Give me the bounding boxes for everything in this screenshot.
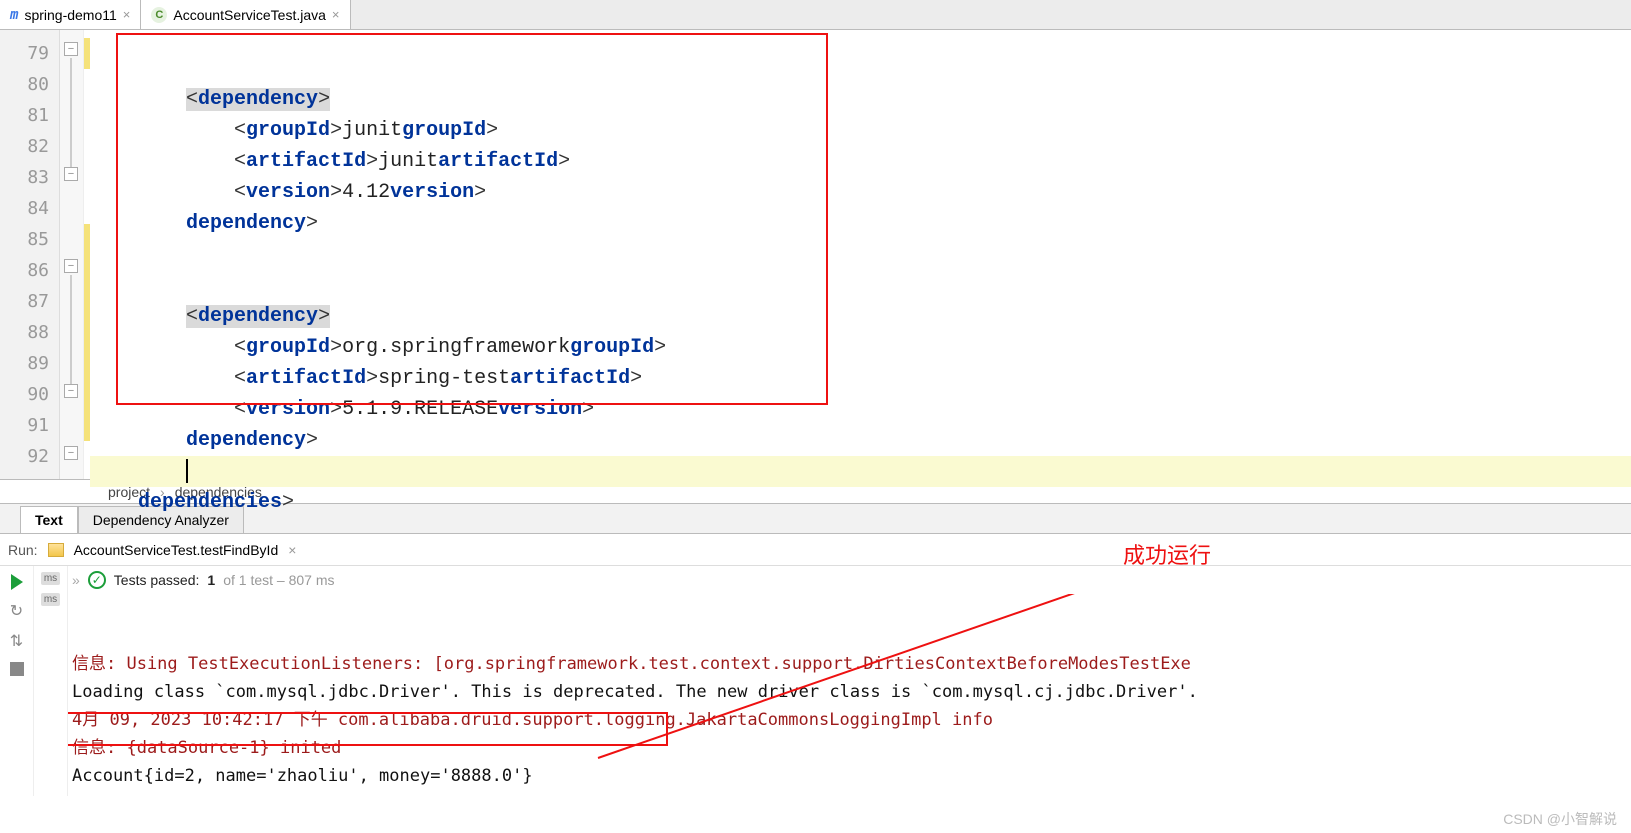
fold-toggle-icon[interactable]: − [64, 384, 78, 398]
line-number: 83 [0, 162, 59, 193]
run-tool-window: ↻ ⇅ ms ms » ✓ Tests passed: 1 of 1 test … [0, 566, 1631, 796]
line-number: 81 [0, 100, 59, 131]
line-number-gutter: 7980818283848586878889909192 [0, 30, 60, 479]
run-action-rail: ↻ ⇅ [0, 566, 34, 796]
fold-toggle-icon[interactable]: − [64, 446, 78, 460]
line-number: 79 [0, 38, 59, 69]
code-area[interactable]: <dependency> <groupId>junitgroupId> <art… [90, 30, 1631, 479]
line-number: 85 [0, 224, 59, 255]
line-number: 92 [0, 441, 59, 472]
code-line: <version>5.1.9.RELEASEversion> [90, 394, 1631, 425]
editor-tab-bar: m spring-demo11 × C AccountServiceTest.j… [0, 0, 1631, 30]
code-line: <dependency> [90, 84, 1631, 115]
tab-label: spring-demo11 [24, 7, 116, 23]
console-line: 4月 09, 2023 10:42:17 下午 com.alibaba.drui… [72, 706, 1631, 734]
code-line: <dependency> [90, 301, 1631, 332]
code-line: <artifactId>junitartifactId> [90, 146, 1631, 177]
line-number: 90 [0, 379, 59, 410]
line-number: 86 [0, 255, 59, 286]
code-line [90, 239, 1631, 270]
code-line: dependency> [90, 425, 1631, 456]
tab-account-service-test[interactable]: C AccountServiceTest.java × [141, 0, 350, 29]
fold-toggle-icon[interactable]: − [64, 42, 78, 56]
code-line: <artifactId>spring-testartifactId> [90, 363, 1631, 394]
fold-guide [70, 275, 72, 393]
console-output[interactable]: 信息: Using TestExecutionListeners: [org.s… [68, 594, 1631, 796]
test-status-bar: » ✓ Tests passed: 1 of 1 test – 807 ms [68, 566, 1631, 594]
fold-guide [70, 58, 72, 176]
code-line [90, 270, 1631, 301]
line-number: 91 [0, 410, 59, 441]
console-line: Loading class `com.mysql.jdbc.Driver'. T… [72, 678, 1631, 706]
line-number: 89 [0, 348, 59, 379]
code-line: dependencies> [90, 487, 1631, 518]
code-line: <version>4.12version> [90, 177, 1631, 208]
code-line: <groupId>org.springframeworkgroupId> [90, 332, 1631, 363]
tab-label: AccountServiceTest.java [173, 7, 326, 23]
fold-toggle-icon[interactable]: − [64, 167, 78, 181]
line-number: 80 [0, 69, 59, 100]
code-editor[interactable]: 7980818283848586878889909192 − − − − − <… [0, 30, 1631, 480]
tab-spring-demo11[interactable]: m spring-demo11 × [0, 0, 141, 29]
java-class-icon: C [151, 7, 167, 23]
close-icon[interactable]: × [123, 7, 131, 22]
run-label: Run: [8, 542, 38, 558]
console-line: 信息: Using TestExecutionListeners: [org.s… [72, 650, 1631, 678]
toggle-icon[interactable]: ⇅ [8, 632, 26, 650]
line-number: 88 [0, 317, 59, 348]
run-config-icon [48, 543, 64, 557]
ms-rail: ms ms [34, 566, 68, 796]
console-pane: » ✓ Tests passed: 1 of 1 test – 807 ms 信… [68, 566, 1631, 796]
code-line [90, 456, 1631, 487]
line-number: 87 [0, 286, 59, 317]
tests-passed-label: Tests passed: [114, 572, 200, 588]
tab-text[interactable]: Text [20, 506, 78, 533]
console-line: 信息: {dataSource-1} inited [72, 734, 1631, 762]
run-button[interactable] [11, 574, 23, 590]
watermark: CSDN @小智解说 [1503, 809, 1617, 829]
fold-column: − − − − − [60, 30, 84, 479]
close-icon[interactable]: × [332, 7, 340, 22]
code-line: <groupId>junitgroupId> [90, 115, 1631, 146]
ms-badge: ms [41, 593, 60, 606]
tests-passed-count: 1 [207, 572, 215, 588]
maven-icon: m [10, 7, 18, 23]
line-number: 84 [0, 193, 59, 224]
test-pass-icon: ✓ [88, 571, 106, 589]
rerun-icon[interactable]: ↻ [8, 602, 26, 620]
ms-badge: ms [41, 572, 60, 585]
chevron-right-icon[interactable]: » [72, 572, 80, 588]
console-line: Account{id=2, name='zhaoliu', money='888… [72, 762, 1631, 790]
tests-summary: of 1 test – 807 ms [223, 572, 334, 588]
line-number: 82 [0, 131, 59, 162]
code-line: dependency> [90, 208, 1631, 239]
stop-button[interactable] [10, 662, 24, 676]
fold-toggle-icon[interactable]: − [64, 259, 78, 273]
